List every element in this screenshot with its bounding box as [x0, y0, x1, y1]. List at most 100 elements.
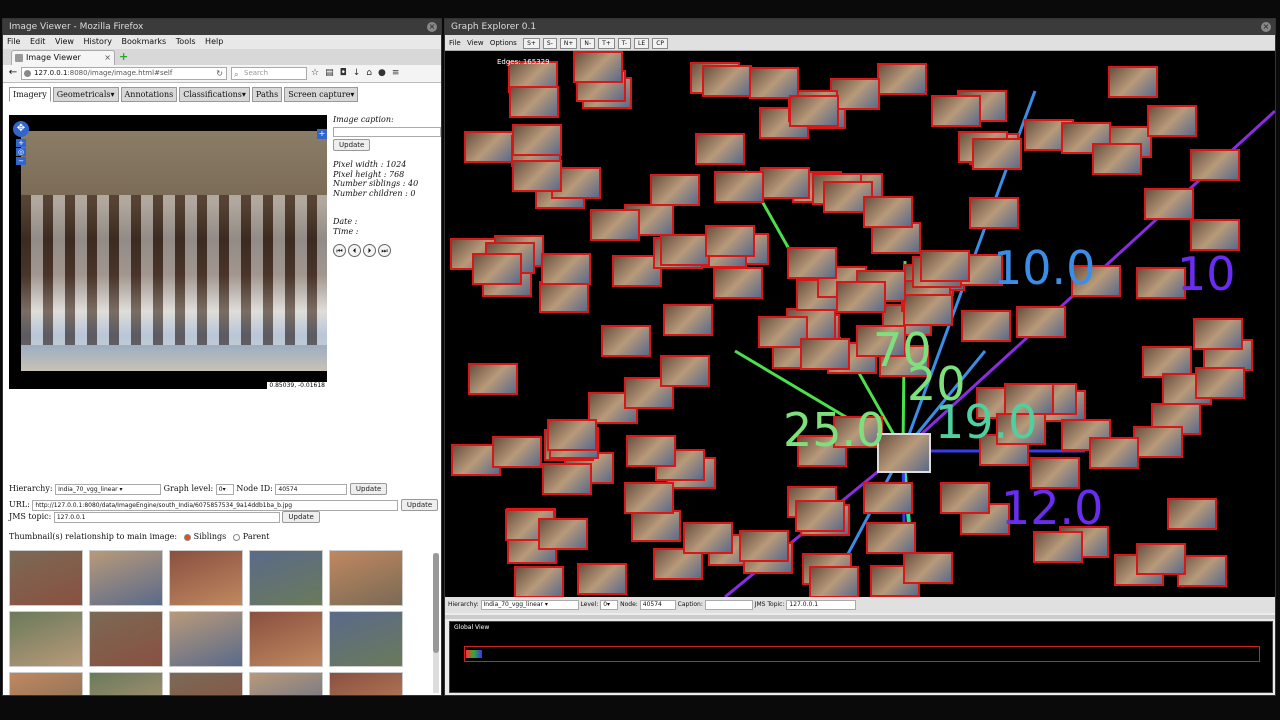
tab-geometricals[interactable]: Geometricals▾ — [52, 87, 119, 102]
panel-splitter[interactable] — [445, 615, 1275, 619]
graph-node-thumbnail[interactable] — [573, 51, 623, 83]
new-tab-icon[interactable]: + — [119, 50, 128, 63]
play-icon[interactable]: ⏵ — [363, 244, 376, 257]
node-input[interactable]: 40574 — [639, 599, 676, 610]
graph-node-thumbnail[interactable] — [1195, 367, 1245, 399]
graph-node-thumbnail[interactable] — [836, 281, 886, 313]
caption-input[interactable] — [704, 599, 753, 610]
graph-node-thumbnail[interactable] — [660, 355, 710, 387]
thumbnail-image[interactable] — [9, 611, 83, 667]
hamburger-menu-icon[interactable]: ≡ — [392, 68, 406, 78]
jms-topic-input[interactable]: 127.0.0.1 — [786, 599, 857, 610]
zoom-reset-icon[interactable]: ◎ — [16, 148, 26, 156]
graph-node-thumbnail[interactable] — [863, 482, 913, 514]
previous-image-icon[interactable]: ⏴ — [348, 244, 361, 257]
graph-node-thumbnail[interactable] — [739, 530, 789, 562]
graph-node-thumbnail[interactable] — [663, 304, 713, 336]
graph-node-thumbnail[interactable] — [577, 563, 627, 595]
thumbnail-image[interactable] — [169, 672, 243, 695]
graph-node-thumbnail[interactable] — [1133, 426, 1183, 458]
expand-icon[interactable]: + — [317, 129, 327, 139]
graph-node-thumbnail[interactable] — [1136, 543, 1186, 575]
graph-canvas[interactable]: 10.0 70 20 25.0 19.0 12.0 10 Edges: 1653… — [445, 51, 1275, 597]
graph-node-thumbnail[interactable] — [509, 86, 559, 118]
graph-node-thumbnail[interactable] — [877, 63, 927, 95]
graph-node-thumbnail[interactable] — [626, 435, 676, 467]
jms-topic-input[interactable]: 127.0.0.1 — [53, 511, 280, 523]
thumbnail-image[interactable] — [9, 672, 83, 695]
back-arrow-icon[interactable]: ← — [7, 67, 19, 79]
graph-node-thumbnail[interactable] — [1092, 143, 1142, 175]
graph-node-thumbnail[interactable] — [472, 253, 522, 285]
menu-history[interactable]: History — [84, 37, 112, 46]
menu-help[interactable]: Help — [205, 37, 223, 46]
graph-node-thumbnail[interactable] — [541, 253, 591, 285]
graph-node-thumbnail[interactable] — [714, 171, 764, 203]
thumbnail-image[interactable] — [9, 550, 83, 606]
close-window-icon[interactable]: × — [427, 22, 437, 32]
size-decrease-button[interactable]: S- — [542, 37, 557, 49]
text-decrease-button[interactable]: T- — [617, 37, 632, 49]
hierarchy-select[interactable]: India_70_vgg_linear ▾ — [55, 483, 162, 495]
menu-edit[interactable]: Edit — [30, 37, 46, 46]
thumbnail-image[interactable] — [169, 550, 243, 606]
graph-node-thumbnail[interactable] — [624, 482, 674, 514]
tab-annotations[interactable]: Annotations — [120, 87, 178, 102]
reload-icon[interactable]: ↻ — [216, 68, 223, 79]
thumbnail-image[interactable] — [329, 550, 403, 606]
graph-node-thumbnail[interactable] — [920, 250, 970, 282]
tab-imagery[interactable]: Imagery — [9, 87, 51, 102]
download-icon[interactable]: ↓ — [353, 68, 367, 78]
graph-node-thumbnail[interactable] — [601, 325, 651, 357]
thumbnail-image[interactable] — [249, 611, 323, 667]
site-info-icon[interactable] — [24, 70, 31, 77]
global-view-panel[interactable]: Global View — [449, 621, 1273, 693]
pocket-icon[interactable]: ◘ — [340, 68, 353, 78]
menu-tools[interactable]: Tools — [176, 37, 196, 46]
nodes-increase-button[interactable]: N+ — [559, 37, 578, 49]
graph-node-thumbnail[interactable] — [903, 294, 953, 326]
caption-input[interactable] — [333, 126, 441, 137]
text-increase-button[interactable]: T+ — [598, 37, 615, 49]
thumbnail-image[interactable] — [329, 611, 403, 667]
graph-node-thumbnail[interactable] — [1147, 105, 1197, 137]
scrollbar-thumb[interactable] — [433, 553, 439, 653]
close-window-icon[interactable]: × — [1261, 22, 1271, 32]
graph-node-thumbnail[interactable] — [590, 209, 640, 241]
graph-level-select[interactable]: 0▾ — [215, 483, 234, 495]
graph-node-thumbnail[interactable] — [702, 65, 752, 97]
bookmark-star-icon[interactable]: ☆ — [311, 68, 325, 78]
menu-view[interactable]: View — [55, 37, 74, 46]
graph-node-thumbnail[interactable] — [1167, 498, 1217, 530]
menu-file[interactable]: File — [449, 39, 461, 47]
graph-node-thumbnail[interactable] — [969, 197, 1019, 229]
graph-node-thumbnail[interactable] — [1193, 318, 1243, 350]
pan-icon[interactable]: ✥ — [13, 121, 29, 137]
chat-icon[interactable]: ● — [378, 68, 392, 78]
thumbnail-image[interactable] — [249, 550, 323, 606]
first-image-icon[interactable]: ⏮ — [333, 244, 346, 257]
thumbnail-scrollbar[interactable] — [433, 553, 439, 693]
close-tab-icon[interactable]: × — [104, 51, 111, 65]
thumbnail-image[interactable] — [89, 672, 163, 695]
graph-node-thumbnail[interactable] — [787, 247, 837, 279]
thumbnail-image[interactable] — [89, 550, 163, 606]
tab-paths[interactable]: Paths — [251, 87, 283, 102]
hierarchy-select[interactable]: India_70_vgg_linear ▾ — [480, 599, 579, 610]
graph-node-thumbnail[interactable] — [713, 267, 763, 299]
le-button[interactable]: LE — [634, 37, 650, 49]
level-select[interactable]: 0▾ — [600, 599, 619, 610]
graph-node-thumbnail[interactable] — [539, 281, 589, 313]
image-url-input[interactable]: http://127.0.0.1:8080/data/ImageEngine/s… — [32, 499, 399, 511]
main-image-viewer[interactable]: ✥ + ◎ − + 0.85039, -0.01618 — [9, 115, 327, 389]
graph-node-thumbnail[interactable] — [468, 363, 518, 395]
graph-node-thumbnail[interactable] — [514, 566, 564, 597]
graph-node-thumbnail[interactable] — [863, 196, 913, 228]
last-image-icon[interactable]: ⏭ — [378, 244, 391, 257]
tab-classifications[interactable]: Classifications▾ — [179, 87, 250, 102]
graph-node-thumbnail[interactable] — [1190, 149, 1240, 181]
home-icon[interactable]: ⌂ — [366, 68, 378, 78]
graph-node-thumbnail[interactable] — [903, 552, 953, 584]
graph-node-thumbnail[interactable] — [512, 124, 562, 156]
menu-file[interactable]: File — [7, 37, 20, 46]
